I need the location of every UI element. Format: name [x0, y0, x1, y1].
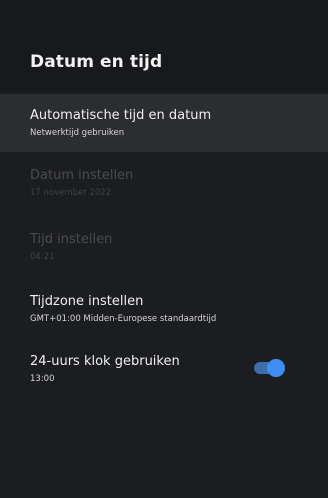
setting-set-time: Tijd instellen 04:21: [0, 228, 328, 276]
setting-title: Automatische tijd en datum: [30, 108, 212, 123]
24-hour-clock-toggle[interactable]: [254, 359, 285, 377]
setting-subtitle: Netwerktijd gebruiken: [30, 128, 125, 138]
setting-title: Datum instellen: [30, 168, 134, 183]
setting-automatic-time-date[interactable]: Automatische tijd en datum Netwerktijd g…: [0, 94, 328, 152]
toggle-knob: [267, 359, 285, 377]
page-title: Datum en tijd: [30, 52, 163, 72]
setting-subtitle: 04:21: [30, 252, 55, 262]
setting-24-hour-clock[interactable]: 24-uurs klok gebruiken 13:00: [0, 350, 328, 398]
setting-title: 24-uurs klok gebruiken: [30, 354, 180, 369]
setting-subtitle: GMT+01:00 Midden-Europese standaardtijd: [30, 314, 217, 324]
setting-subtitle: 13:00: [30, 374, 55, 384]
setting-title: Tijd instellen: [30, 232, 113, 247]
setting-set-date: Datum instellen 17 november 2022: [0, 164, 328, 212]
setting-title: Tijdzone instellen: [30, 294, 144, 309]
panel-header: Datum en tijd: [0, 0, 328, 92]
setting-set-timezone[interactable]: Tijdzone instellen GMT+01:00 Midden-Euro…: [0, 290, 328, 338]
settings-panel: Datum en tijd Automatische tijd en datum…: [0, 0, 328, 498]
setting-subtitle: 17 november 2022: [30, 188, 112, 198]
